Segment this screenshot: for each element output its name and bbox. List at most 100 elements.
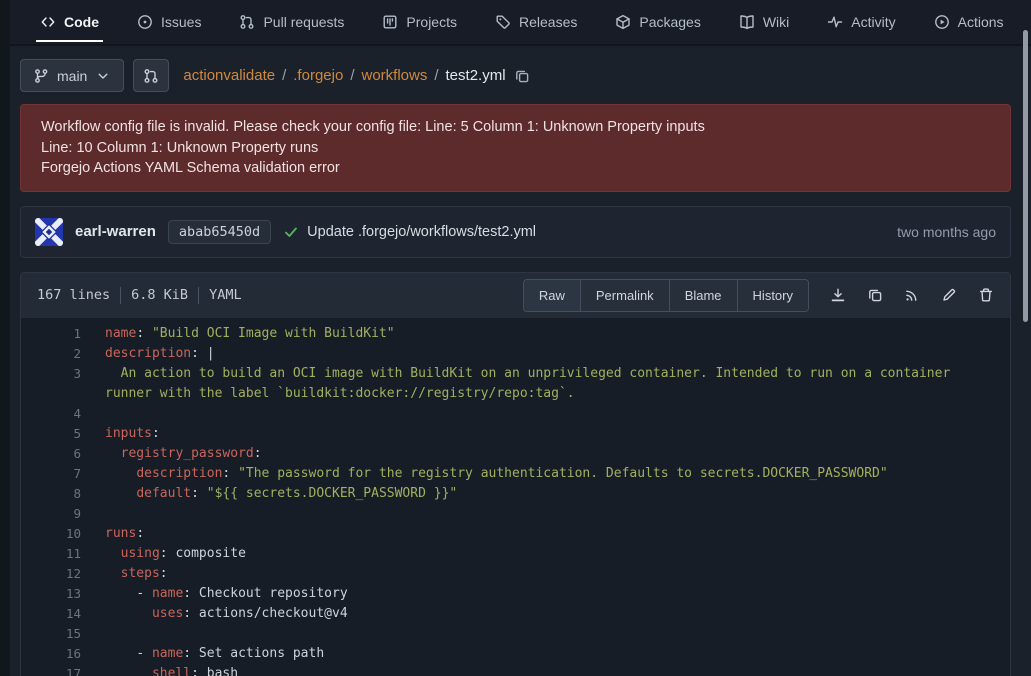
commit-time: two months ago — [897, 224, 996, 240]
code-view: 1name: "Build OCI Image with BuildKit"2d… — [21, 318, 1010, 676]
code-line: 14 uses: actions/checkout@v4 — [21, 604, 1010, 624]
raw-button[interactable]: Raw — [524, 280, 580, 311]
line-content: name: "Build OCI Image with BuildKit" — [81, 324, 1010, 344]
line-number[interactable]: 15 — [21, 624, 81, 644]
code-line: 15 — [21, 624, 1010, 644]
edit-icon[interactable] — [941, 287, 957, 303]
commit-author[interactable]: earl-warren — [75, 223, 156, 240]
commit-message[interactable]: Update .forgejo/workflows/test2.yml — [307, 224, 536, 240]
tab-projects[interactable]: Projects — [378, 0, 461, 44]
file-size: 6.8 KiB — [131, 287, 188, 303]
file-view: 167 lines 6.8 KiB YAML RawPermalinkBlame… — [20, 272, 1011, 676]
rss-icon[interactable] — [904, 287, 920, 303]
line-number[interactable]: 7 — [21, 464, 81, 484]
breadcrumb-segment[interactable]: workflows — [361, 67, 427, 84]
permalink-button[interactable]: Permalink — [580, 280, 669, 311]
file-actions: RawPermalinkBlameHistory — [523, 279, 998, 312]
line-content: inputs: — [81, 424, 1010, 444]
chevron-down-icon — [95, 68, 111, 84]
branch-selector[interactable]: main — [20, 59, 124, 92]
commit-sha[interactable]: abab65450d — [168, 220, 271, 244]
code-icon — [40, 14, 56, 30]
package-icon — [615, 14, 631, 30]
compare-button[interactable] — [133, 59, 169, 92]
commit-status-check-icon[interactable] — [283, 224, 299, 240]
file-line-count: 167 lines — [37, 287, 110, 303]
pull-request-icon — [239, 14, 255, 30]
line-number[interactable]: 12 — [21, 564, 81, 584]
file-meta: 167 lines 6.8 KiB YAML — [37, 287, 242, 304]
page-scrollbar[interactable] — [1023, 30, 1028, 322]
code-line: 6 registry_password: — [21, 444, 1010, 464]
divider — [120, 287, 121, 304]
project-icon — [382, 14, 398, 30]
line-number[interactable]: 6 — [21, 444, 81, 464]
tab-code[interactable]: Code — [36, 0, 103, 44]
line-number[interactable]: 4 — [21, 404, 81, 424]
tab-activity[interactable]: Activity — [823, 0, 899, 44]
tab-label: Code — [64, 14, 99, 30]
history-button[interactable]: History — [737, 280, 808, 311]
line-content — [81, 504, 1010, 524]
tab-pull-requests[interactable]: Pull requests — [235, 0, 348, 44]
line-number[interactable]: 10 — [21, 524, 81, 544]
code-line: 13 - name: Checkout repository — [21, 584, 1010, 604]
line-number[interactable]: 5 — [21, 424, 81, 444]
breadcrumb-separator: / — [282, 67, 286, 84]
code-line: 3 An action to build an OCI image with B… — [21, 364, 1010, 404]
line-number[interactable]: 3 — [21, 364, 81, 404]
line-content: description: | — [81, 344, 1010, 364]
tab-packages[interactable]: Packages — [611, 0, 704, 44]
tab-actions[interactable]: Actions — [930, 0, 1008, 44]
breadcrumb-separator: / — [434, 67, 438, 84]
tab-label: Projects — [406, 14, 457, 30]
code-line: 1name: "Build OCI Image with BuildKit" — [21, 324, 1010, 344]
copy-path-icon[interactable] — [514, 68, 530, 84]
breadcrumb-segment: test2.yml — [446, 67, 506, 84]
code-line: 4 — [21, 404, 1010, 424]
line-number[interactable]: 1 — [21, 324, 81, 344]
blame-button[interactable]: Blame — [669, 280, 737, 311]
line-content: steps: — [81, 564, 1010, 584]
copy-icon[interactable] — [867, 287, 883, 303]
tab-label: Packages — [639, 14, 700, 30]
line-number[interactable]: 11 — [21, 544, 81, 564]
line-content — [81, 404, 1010, 424]
file-toolbar: main actionvalidate / .forgejo / workflows / t… — [20, 59, 1011, 92]
breadcrumb-segment[interactable]: .forgejo — [293, 67, 343, 84]
tab-wiki[interactable]: Wiki — [735, 0, 793, 44]
window-edge — [0, 0, 10, 676]
tab-label: Releases — [519, 14, 577, 30]
line-number[interactable]: 8 — [21, 484, 81, 504]
breadcrumb-separator: / — [350, 67, 354, 84]
line-number[interactable]: 9 — [21, 504, 81, 524]
repo-tab-bar: Code Issues Pull requests Projects Releases P… — [0, 0, 1031, 46]
line-content — [81, 624, 1010, 644]
tag-icon — [495, 14, 511, 30]
avatar[interactable] — [35, 218, 63, 246]
tab-releases[interactable]: Releases — [491, 0, 581, 44]
line-number[interactable]: 14 — [21, 604, 81, 624]
breadcrumb-segment[interactable]: actionvalidate — [183, 67, 275, 84]
line-number[interactable]: 16 — [21, 644, 81, 664]
tab-label: Activity — [851, 14, 895, 30]
code-line: 5inputs: — [21, 424, 1010, 444]
code-line: 7 description: "The password for the reg… — [21, 464, 1010, 484]
line-content: default: "${{ secrets.DOCKER_PASSWORD }}… — [81, 484, 1010, 504]
code-line: 8 default: "${{ secrets.DOCKER_PASSWORD … — [21, 484, 1010, 504]
book-icon — [739, 14, 755, 30]
line-number[interactable]: 13 — [21, 584, 81, 604]
line-content: using: composite — [81, 544, 1010, 564]
error-line: Forgejo Actions YAML Schema validation e… — [41, 158, 990, 179]
line-content: description: "The password for the regis… — [81, 464, 1010, 484]
line-number[interactable]: 17 — [21, 664, 81, 676]
tab-issues[interactable]: Issues — [133, 0, 205, 44]
line-number[interactable]: 2 — [21, 344, 81, 364]
code-line: 17 shell: bash — [21, 664, 1010, 676]
delete-icon[interactable] — [978, 287, 994, 303]
compare-icon — [143, 68, 159, 84]
code-line: 12 steps: — [21, 564, 1010, 584]
download-icon[interactable] — [830, 287, 846, 303]
line-content: registry_password: — [81, 444, 1010, 464]
tab-label: Actions — [958, 14, 1004, 30]
